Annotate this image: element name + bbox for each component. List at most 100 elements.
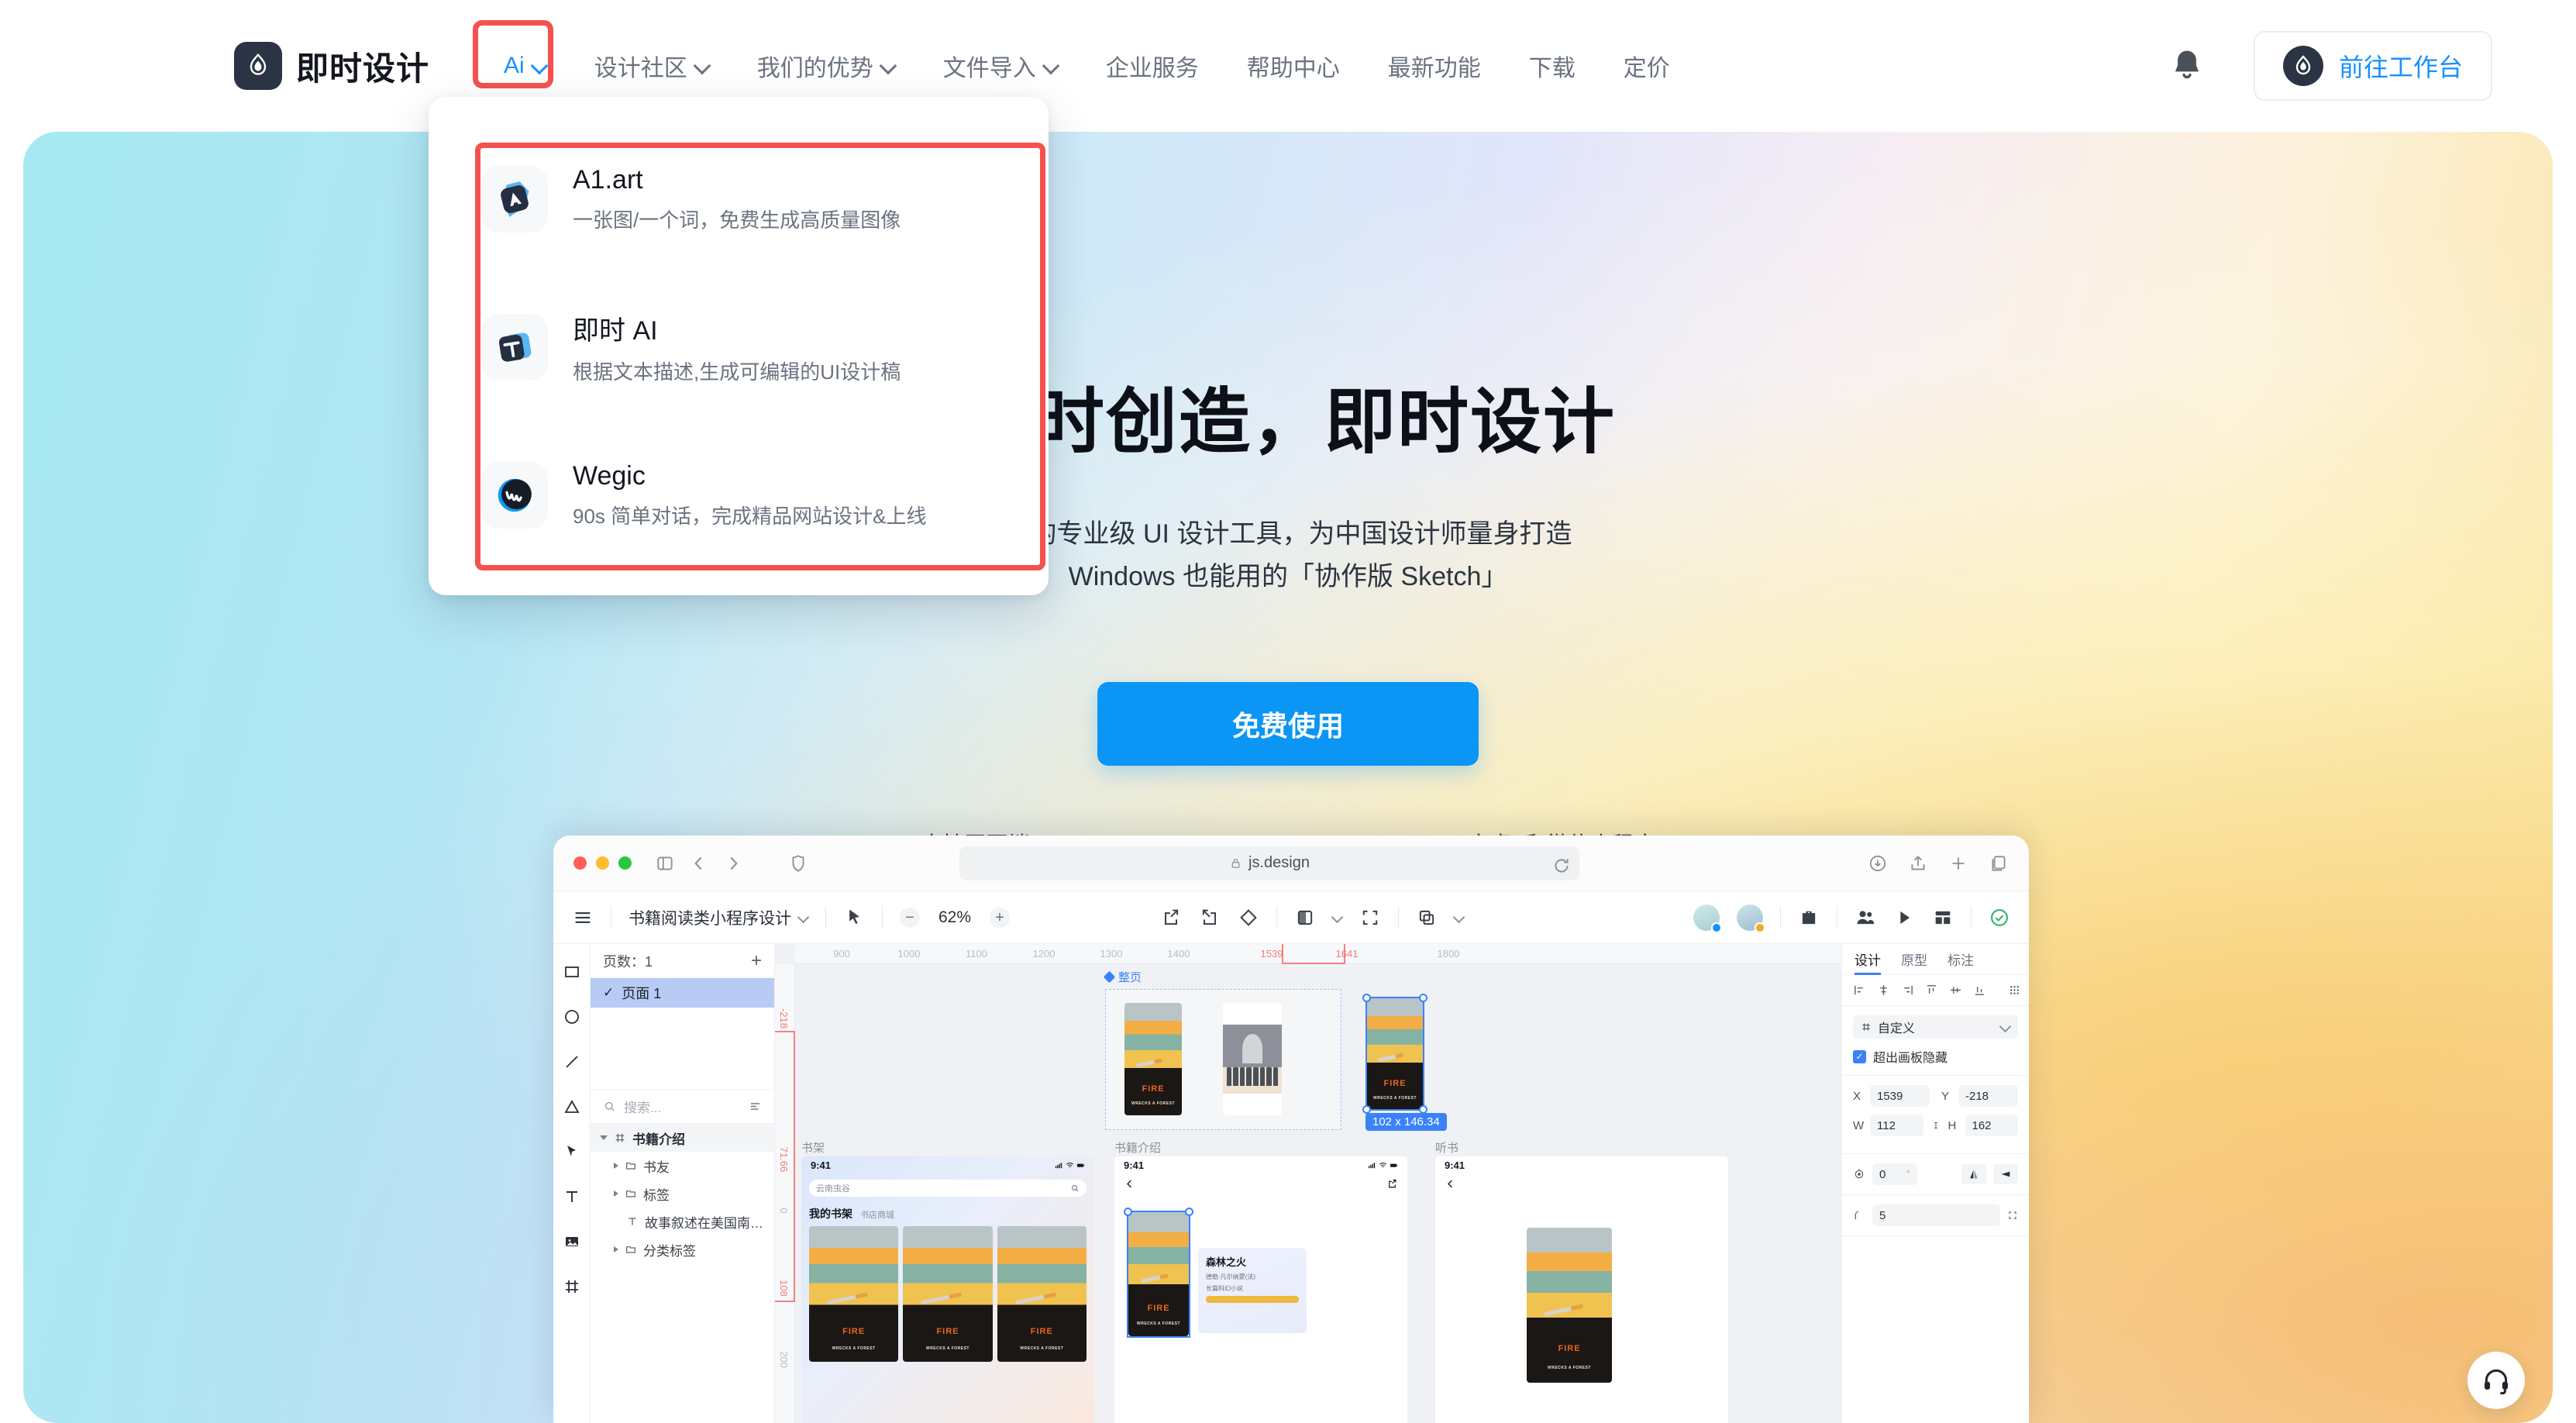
nav-item-help-center[interactable]: 帮助中心 bbox=[1247, 38, 1340, 94]
avatar[interactable] bbox=[1737, 904, 1765, 933]
tab-my-bookshelf[interactable]: 我的书架 bbox=[809, 1206, 852, 1221]
tab-annotation[interactable]: 标注 bbox=[1947, 944, 1974, 975]
phone-frame-bookshelf[interactable]: 9:41 云南虫谷 我的书架 书店商城 FIRE WRECKS A FOREST… bbox=[801, 1156, 1094, 1423]
triangle-tool-icon[interactable] bbox=[563, 1097, 581, 1116]
chevron-right-icon[interactable] bbox=[614, 1190, 618, 1197]
dropdown-item-wegic[interactable]: Wegic 90s 简单对话，完成精品网站设计&上线 bbox=[481, 439, 1018, 551]
shield-icon[interactable] bbox=[788, 853, 808, 873]
layer-search-input[interactable]: 搜索... bbox=[624, 1097, 741, 1116]
book-cover[interactable]: FIRE WRECKS A FOREST bbox=[809, 1226, 899, 1362]
phone-frame-audiobook[interactable]: 9:41 FIRE WRECKS A FOREST bbox=[1435, 1156, 1728, 1423]
chevron-down-icon[interactable] bbox=[1455, 913, 1464, 922]
align-center-v-icon[interactable] bbox=[1949, 984, 1962, 997]
rectangle-tool-icon[interactable] bbox=[563, 963, 581, 981]
clip-content-checkbox-row[interactable]: ✓ 超出画板隐藏 bbox=[1853, 1047, 2018, 1066]
mask-icon[interactable] bbox=[1359, 907, 1381, 929]
layer-item-group[interactable]: 标签 bbox=[591, 1180, 774, 1208]
resize-handle[interactable] bbox=[1124, 1208, 1132, 1216]
hamburger-menu-icon[interactable] bbox=[572, 907, 594, 929]
line-tool-icon[interactable] bbox=[563, 1053, 581, 1071]
sidebar-toggle-icon[interactable] bbox=[655, 853, 675, 873]
chevron-left-icon[interactable] bbox=[689, 853, 709, 873]
share-icon[interactable] bbox=[1908, 853, 1928, 873]
resize-handle[interactable] bbox=[1185, 1208, 1193, 1216]
resize-handle[interactable] bbox=[1362, 994, 1371, 1002]
poster-thumbnail[interactable]: FIRE WRECKS A FOREST bbox=[1124, 1003, 1182, 1115]
checkbox-checked-icon[interactable]: ✓ bbox=[1853, 1049, 1866, 1063]
briefcase-icon[interactable] bbox=[1798, 907, 1820, 929]
add-page-button[interactable]: + bbox=[751, 951, 762, 970]
ellipse-tool-icon[interactable] bbox=[563, 1008, 581, 1026]
layer-item-group[interactable]: 书友 bbox=[591, 1152, 774, 1180]
minimize-window-button[interactable] bbox=[596, 856, 609, 870]
group-label[interactable]: 整页 bbox=[1103, 969, 1142, 985]
flip-horizontal-button[interactable] bbox=[1961, 1164, 1986, 1184]
align-bottom-icon[interactable] bbox=[1973, 984, 1986, 997]
phone-frame-book-detail[interactable]: 9:41 FIRE WRECKS A FOREST 森林之火 德勒·凡尔纳蒙(法… bbox=[1114, 1156, 1407, 1423]
import-icon[interactable] bbox=[1199, 907, 1221, 929]
y-input[interactable]: -218 bbox=[1958, 1085, 2018, 1107]
resize-handle[interactable] bbox=[1419, 994, 1427, 1002]
frame-label[interactable]: 书架 bbox=[801, 1139, 825, 1156]
chevron-right-icon[interactable] bbox=[614, 1163, 618, 1169]
go-to-workbench-button[interactable]: 前往工作台 bbox=[2253, 31, 2492, 101]
align-left-icon[interactable] bbox=[1853, 984, 1866, 997]
close-window-button[interactable] bbox=[573, 856, 587, 870]
dropdown-item-a1art[interactable]: A1.art 一张图/一个词，免费生成高质量图像 bbox=[481, 143, 1018, 255]
boolean-icon[interactable] bbox=[1416, 907, 1438, 929]
zoom-out-button[interactable]: − bbox=[900, 907, 920, 928]
chevron-right-icon[interactable] bbox=[723, 853, 743, 873]
support-headset-button[interactable] bbox=[2468, 1352, 2525, 1409]
frame-icon[interactable] bbox=[1294, 907, 1316, 929]
download-icon[interactable] bbox=[1868, 853, 1888, 873]
nav-item-pricing[interactable]: 定价 bbox=[1624, 38, 1670, 94]
dropdown-item-jishi-ai[interactable]: 即时 AI 根据文本描述,生成可编辑的UI设计稿 bbox=[481, 288, 1018, 407]
chevron-down-icon[interactable] bbox=[600, 1135, 608, 1140]
tab-prototype[interactable]: 原型 bbox=[1901, 944, 1927, 975]
image-tool-icon[interactable] bbox=[563, 1232, 581, 1251]
tab-design[interactable]: 设计 bbox=[1855, 944, 1881, 975]
w-input[interactable]: 112 bbox=[1870, 1115, 1923, 1136]
layer-item-frame[interactable]: 书籍介绍 bbox=[591, 1124, 774, 1152]
cursor-pointer-icon[interactable] bbox=[843, 907, 865, 929]
pen-tool-icon[interactable] bbox=[563, 1142, 581, 1161]
tabs-icon[interactable] bbox=[1989, 853, 2009, 873]
nav-item-enterprise[interactable]: 企业服务 bbox=[1106, 38, 1199, 94]
text-tool-icon[interactable] bbox=[563, 1187, 581, 1206]
page-list-item[interactable]: ✓ 页面 1 bbox=[591, 978, 774, 1008]
tab-bookstore[interactable]: 书店商城 bbox=[860, 1208, 894, 1221]
book-search-input[interactable]: 云南虫谷 bbox=[809, 1180, 1087, 1197]
read-button[interactable] bbox=[1206, 1296, 1299, 1303]
independent-corners-icon[interactable] bbox=[2007, 1210, 2018, 1221]
h-input[interactable]: 162 bbox=[1965, 1115, 2018, 1136]
layer-item-text[interactable]: 故事叙述在美国南北战争时... bbox=[591, 1208, 774, 1235]
book-cover[interactable]: FIRE WRECKS A FOREST bbox=[1527, 1228, 1612, 1383]
x-input[interactable]: 1539 bbox=[1870, 1085, 1930, 1107]
nav-item-file-import[interactable]: 文件导入 bbox=[943, 38, 1058, 94]
frame-tool-icon[interactable] bbox=[563, 1277, 581, 1296]
frame-label[interactable]: 书籍介绍 bbox=[1114, 1139, 1161, 1156]
back-arrow-icon[interactable] bbox=[1445, 1178, 1456, 1190]
flip-vertical-button[interactable] bbox=[1993, 1164, 2018, 1184]
nav-item-whats-new[interactable]: 最新功能 bbox=[1388, 38, 1481, 94]
share-icon[interactable] bbox=[1386, 1178, 1398, 1190]
nav-item-ai[interactable]: Ai bbox=[504, 42, 546, 90]
back-arrow-icon[interactable] bbox=[1124, 1178, 1135, 1190]
document-name-dropdown[interactable]: 书籍阅读类小程序设计 bbox=[629, 906, 808, 929]
zoom-in-button[interactable]: + bbox=[990, 907, 1010, 928]
align-right-icon[interactable] bbox=[1901, 984, 1914, 997]
layer-item-group[interactable]: 分类标签 bbox=[591, 1235, 774, 1263]
nav-item-download[interactable]: 下载 bbox=[1529, 38, 1576, 94]
chevron-down-icon[interactable] bbox=[1333, 913, 1342, 922]
plus-icon[interactable] bbox=[1948, 853, 1968, 873]
book-cover[interactable]: FIRE WRECKS A FOREST bbox=[997, 1226, 1087, 1362]
link-ratio-icon[interactable] bbox=[1930, 1120, 1941, 1131]
export-icon[interactable] bbox=[1160, 907, 1182, 929]
maximize-window-button[interactable] bbox=[618, 856, 632, 870]
book-cover[interactable]: FIRE WRECKS A FOREST bbox=[903, 1226, 993, 1362]
address-bar[interactable]: js.design bbox=[959, 846, 1579, 880]
nav-item-advantages[interactable]: 我们的优势 bbox=[757, 38, 895, 94]
share-people-icon[interactable] bbox=[1855, 907, 1876, 929]
align-top-icon[interactable] bbox=[1925, 984, 1938, 997]
avatar[interactable] bbox=[1693, 904, 1722, 933]
